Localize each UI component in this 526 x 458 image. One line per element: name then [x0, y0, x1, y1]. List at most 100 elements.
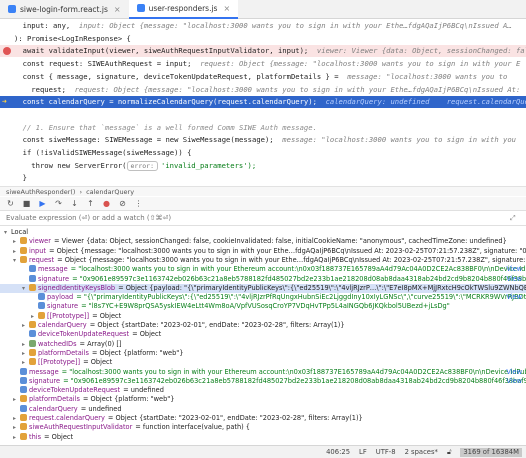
more-icon[interactable]: ⋮	[134, 198, 143, 210]
variable-name: [[Prototype]]	[38, 358, 81, 367]
chevron-down-icon[interactable]: ▾	[4, 228, 11, 237]
variable-row[interactable]: ▸ siweAuthRequestInputValidator = function…	[0, 423, 526, 432]
variable-row[interactable]: payload = "{\"primaryIdentityPublicKeys\"…	[0, 293, 526, 302]
code-text: throw new ServerError(	[14, 160, 127, 170]
code-editor[interactable]: input: any, input: Object {message: "loc…	[0, 19, 526, 186]
evaluate-expression-input[interactable]	[6, 214, 510, 222]
view-value-link[interactable]: View	[506, 293, 522, 302]
parameter-hint: error:	[126, 160, 158, 171]
field-icon	[29, 274, 36, 282]
step-out-icon[interactable]: ↑	[86, 198, 95, 210]
view-breakpoints-icon[interactable]: ●	[102, 198, 111, 210]
code-line[interactable]: input: any, input: Object {message: "loc…	[0, 20, 526, 32]
array-icon	[29, 339, 36, 347]
chevron-right-icon[interactable]: ▸	[13, 247, 20, 256]
variable-row[interactable]: signature = "l8s7YC+E9W8prQSA5yskIEW4eLtt…	[0, 302, 526, 311]
chevron-right-icon[interactable]: ▸	[13, 433, 20, 442]
object-icon	[20, 237, 27, 245]
variable-value: = Object {startDate: "2023-02-01", endDa…	[89, 321, 345, 329]
chevron-right-icon[interactable]: ▸	[22, 358, 29, 367]
view-value-link[interactable]: View	[506, 275, 522, 284]
variable-row[interactable]: ▸ [[Prototype]] = Object	[0, 311, 526, 321]
chevron-right-icon[interactable]: ▸	[22, 340, 29, 349]
code-line[interactable]: const request: SIWEAuthRequest = input; …	[0, 58, 526, 70]
editor-tab-bar: siwe-login-form.react.js × user-responde…	[0, 0, 526, 19]
variable-row[interactable]: ▸ platformDetails = Object {platform: "web…	[0, 348, 526, 358]
variable-name: signature	[47, 302, 79, 311]
variables-tree: ▾ Local ▸ viewer = Viewer {data: Object, ses…	[0, 227, 526, 445]
view-value-link[interactable]: View	[506, 368, 522, 377]
variable-value: = "l8s7YC+E9W8prQSA5yskIEW4eLtt4Wm8oA/Vp…	[81, 302, 450, 311]
code-text: 'invalid_parameters');	[161, 160, 257, 170]
mute-breakpoints-icon[interactable]: ⊘	[118, 198, 127, 210]
resume-icon[interactable]: ▶	[38, 198, 47, 210]
code-line[interactable]: // 1. Ensure that `message` is a well fo…	[0, 122, 526, 134]
variable-value: = function interface(value, path) {	[135, 423, 250, 432]
step-over-icon[interactable]: ↷	[54, 198, 63, 210]
variable-row[interactable]: ▸ this = Object	[0, 432, 526, 442]
step-into-icon[interactable]: ↓	[70, 198, 79, 210]
chevron-right-icon[interactable]: ▸	[31, 312, 38, 321]
code-line[interactable]: if (!isValidSIWEMessage(siweMessage)) {	[0, 147, 526, 159]
code-line[interactable]: request; request: Object {message: "loca…	[0, 84, 526, 96]
code-line[interactable]: throw new ServerError(error:'invalid_par…	[0, 160, 526, 172]
variable-row[interactable]: signature = "0x9061e89597c3e1163742eb026b…	[0, 376, 526, 386]
chevron-right-icon[interactable]: ▸	[13, 395, 20, 404]
javascript-file-icon	[136, 4, 145, 12]
close-icon[interactable]: ×	[114, 5, 121, 14]
line-ending[interactable]: LF	[359, 448, 367, 456]
chevron-right-icon[interactable]: ▸	[22, 321, 29, 330]
variable-row[interactable]: calendarQuery = undefined	[0, 404, 526, 414]
variable-row[interactable]: deviceTokenUpdateRequest = undefined	[0, 386, 526, 395]
lock-icon[interactable]: 🔓︎	[447, 448, 451, 457]
variable-row[interactable]: ▸ calendarQuery = Object {startDate: "2023…	[0, 321, 526, 330]
chevron-right-icon[interactable]: ▸	[22, 349, 29, 358]
tab-siwe-login-form[interactable]: siwe-login-form.react.js ×	[0, 0, 129, 19]
file-encoding[interactable]: UTF-8	[376, 448, 396, 456]
variable-row[interactable]: ▸ viewer = Viewer {data: Object, sessionCh…	[0, 237, 526, 246]
breadcrumb-item-function[interactable]: siweAuthResponder()	[6, 187, 75, 196]
chevron-right-icon[interactable]: ▸	[13, 414, 20, 423]
restart-icon[interactable]: ↻	[6, 198, 15, 210]
view-value-link[interactable]: View	[506, 377, 522, 386]
indent-setting[interactable]: 2 spaces*	[405, 448, 438, 456]
variable-row[interactable]: ▸ platformDetails = Object {platform: "web…	[0, 395, 526, 404]
variable-row[interactable]: message = "localhost:3000 wants you to si…	[0, 265, 526, 274]
inline-value-hint: request: Object {message: "localhost:300…	[200, 59, 521, 69]
variable-row[interactable]: ▾ request = Object {message: "localhost:30…	[0, 255, 526, 265]
variable-row[interactable]: ▾ Local	[0, 228, 526, 237]
chevron-down-icon[interactable]: ▾	[22, 284, 29, 293]
variable-row[interactable]: ▸ watchedIDs = Array(0) []	[0, 339, 526, 349]
code-line[interactable]: }	[0, 172, 526, 184]
chevron-right-icon[interactable]: ▸	[13, 423, 20, 432]
inline-value-hint: viewer: Viewer {data: Object, sessionCha…	[316, 46, 526, 56]
variable-row[interactable]: ▸ [[Prototype]] = Object	[0, 358, 526, 367]
expand-icon[interactable]: ⤢	[510, 214, 520, 223]
code-line[interactable]: await validateInput(viewer, siweAuthRequ…	[0, 45, 526, 58]
execution-point-icon: ➜	[2, 97, 7, 107]
variable-value: = undefined	[123, 386, 164, 395]
variable-row[interactable]: ▸ input = Object {message: "localhost:3000…	[0, 246, 526, 256]
tab-user-responders[interactable]: user-responders.js ×	[128, 0, 239, 19]
code-line[interactable]	[0, 109, 526, 121]
variable-row[interactable]: message = "localhost:3000 wants you to si…	[0, 367, 526, 377]
view-value-link[interactable]: View	[506, 265, 522, 274]
cursor-position[interactable]: 406:25	[326, 448, 350, 456]
code-line[interactable]: const { message, signature, deviceTokenU…	[0, 71, 526, 83]
code-line[interactable]: ): Promise<LogInResponse> {	[0, 33, 526, 45]
code-line[interactable]: ➜ const calendarQuery = normalizeCalenda…	[0, 96, 526, 109]
code-line[interactable]: const siweMessage: SIWEMessage = new Siw…	[0, 134, 526, 146]
close-icon[interactable]: ×	[223, 4, 230, 13]
memory-indicator[interactable]: 3169 of 16384M	[460, 447, 522, 457]
chevron-right-icon[interactable]: ▸	[13, 237, 20, 246]
stop-icon[interactable]: ■	[22, 198, 31, 210]
variable-value: = Object	[83, 358, 113, 367]
breadcrumb-item-variable[interactable]: calendarQuery	[86, 187, 134, 196]
variable-row[interactable]: deviceTokenUpdateRequest = Object	[0, 330, 526, 339]
chevron-down-icon[interactable]: ▾	[13, 256, 20, 265]
breakpoint-icon[interactable]	[3, 47, 11, 56]
variable-row[interactable]: ▸ request.calendarQuery = Object {startDat…	[0, 414, 526, 423]
variable-row[interactable]: ▾ signedIdentityKeysBlob = Object {payload…	[0, 283, 526, 293]
field-icon	[38, 293, 45, 301]
variable-row[interactable]: signature = "0x9061e89597c3e1163742eb026b…	[0, 274, 526, 284]
